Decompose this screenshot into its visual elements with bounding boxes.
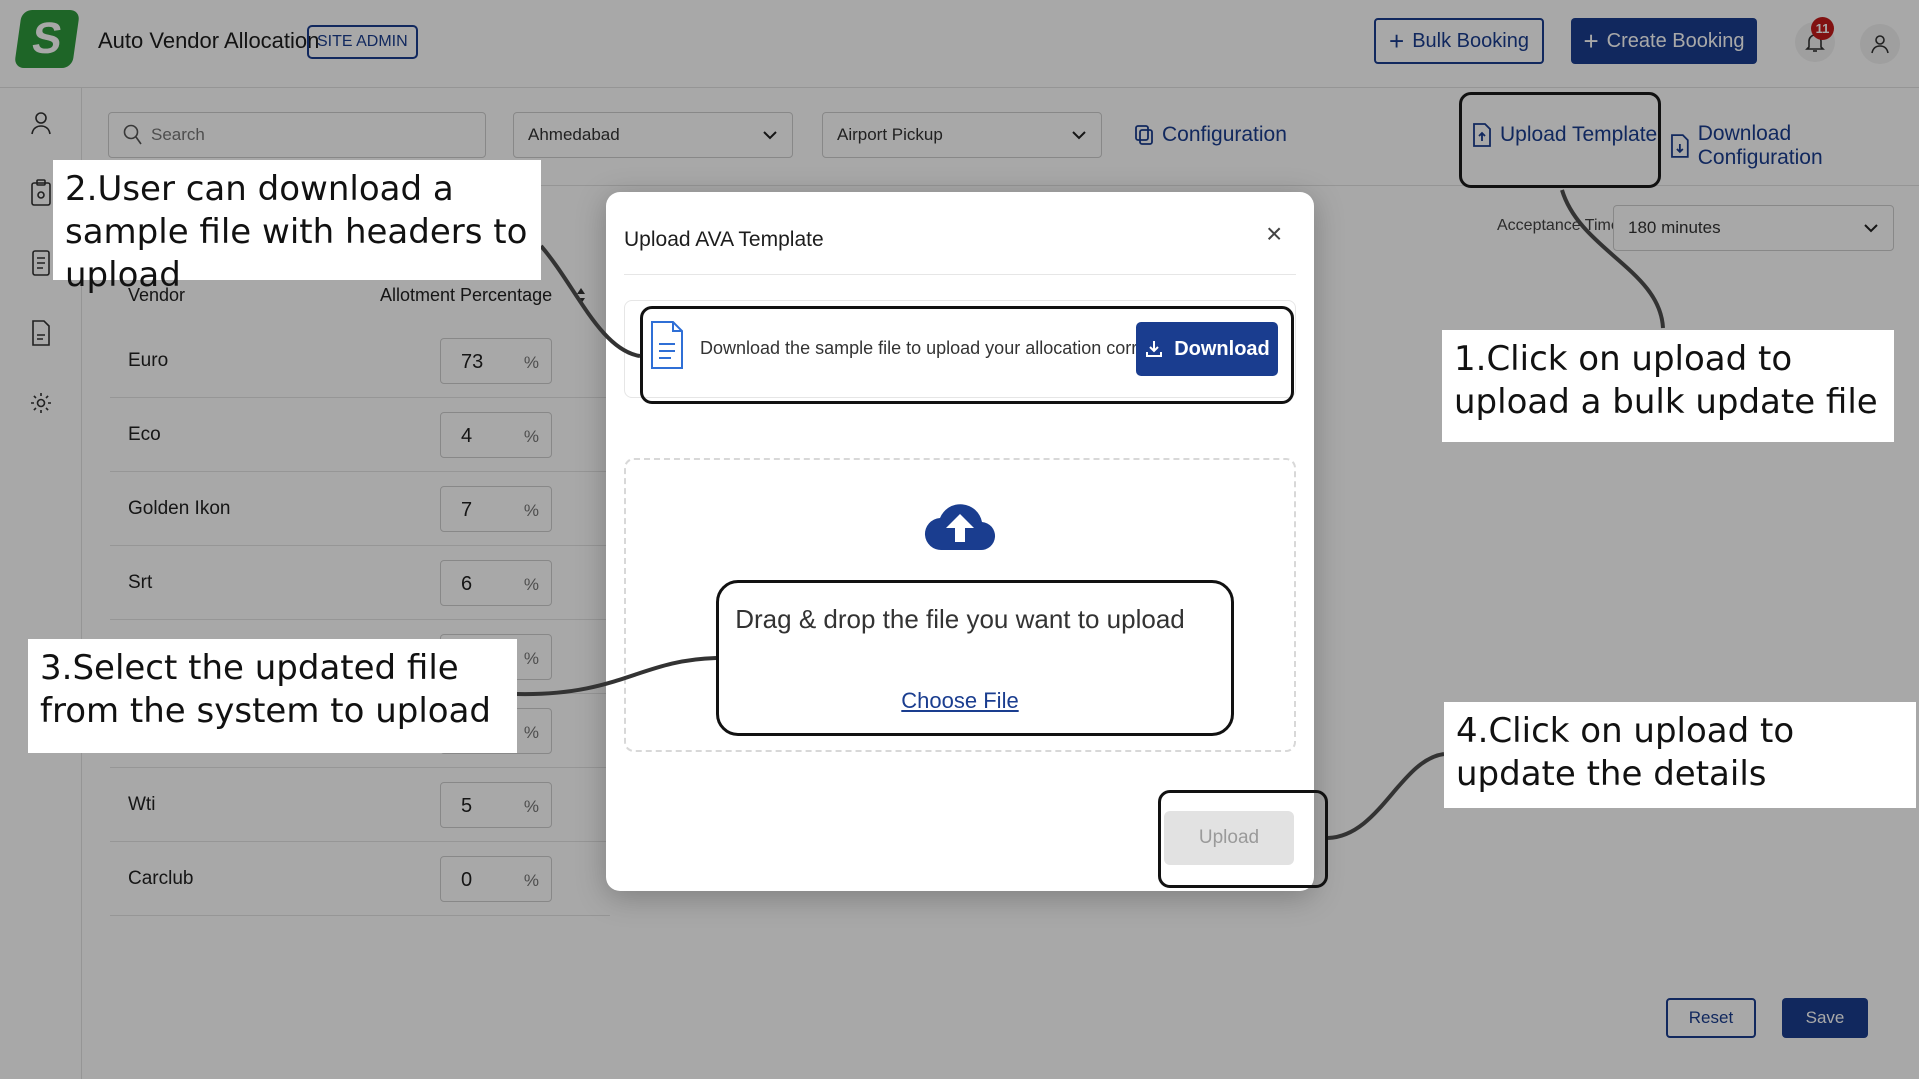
upload-template-modal: Upload AVA Template × Download the sampl… — [606, 192, 1314, 891]
callout-step-4: 4.Click on upload to update the details — [1444, 702, 1916, 808]
modal-title: Upload AVA Template — [624, 228, 824, 251]
highlight-upload-button — [1158, 790, 1328, 888]
close-icon[interactable]: × — [1266, 220, 1282, 248]
divider — [624, 274, 1296, 275]
callout-step-2: 2.User can download a sample file with h… — [53, 160, 541, 295]
highlight-upload-template — [1459, 92, 1661, 188]
callout-step-1: 1.Click on upload to upload a bulk updat… — [1442, 330, 1894, 442]
highlight-download-card — [640, 306, 1294, 404]
highlight-drop-area — [716, 580, 1234, 736]
callout-step-3: 3.Select the updated file from the syste… — [28, 639, 517, 753]
cloud-upload-icon — [924, 504, 996, 551]
